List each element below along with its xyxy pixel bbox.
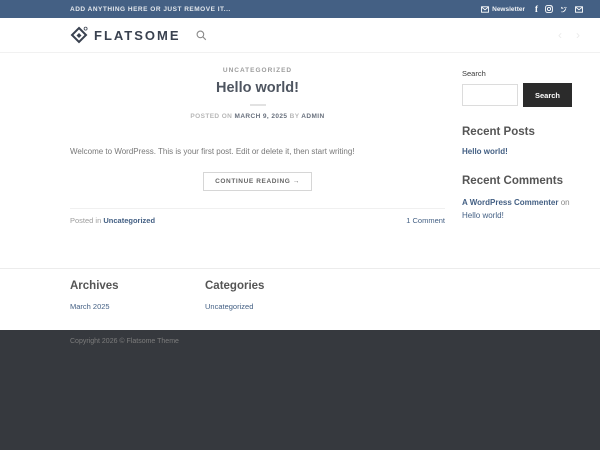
- flatsome-logo-icon: [70, 26, 89, 45]
- category-link[interactable]: Uncategorized: [205, 302, 264, 311]
- recent-post-link[interactable]: Hello world!: [462, 147, 575, 156]
- post-category: UNCATEGORIZED: [70, 67, 445, 74]
- newsletter-label: Newsletter: [492, 6, 525, 13]
- absolute-footer: Copyright 2026 © Flatsome Theme: [0, 330, 600, 450]
- meta-date-link[interactable]: MARCH 9, 2025: [235, 113, 288, 120]
- post-title[interactable]: Hello world!: [70, 80, 445, 96]
- prev-arrow-icon[interactable]: ‹: [558, 28, 562, 42]
- commenter-link[interactable]: A WordPress Commenter: [462, 198, 558, 207]
- search-input[interactable]: [462, 84, 518, 106]
- comment-on-text: on: [558, 198, 569, 207]
- posted-in-category-link[interactable]: Uncategorized: [103, 216, 155, 225]
- post-excerpt: Welcome to WordPress. This is your first…: [70, 146, 445, 157]
- title-divider: [250, 104, 266, 106]
- instagram-icon[interactable]: [545, 5, 553, 13]
- main-area: UNCATEGORIZED Hello world! POSTED ON MAR…: [0, 53, 600, 268]
- recent-comments-title: Recent Comments: [462, 175, 575, 187]
- footer-widgets: Archives March 2025 Categories Uncategor…: [0, 268, 600, 330]
- search-form: Search: [462, 83, 575, 107]
- search-widget-label: Search: [462, 69, 575, 78]
- facebook-icon[interactable]: f: [535, 6, 538, 13]
- site-logo[interactable]: FLATSOME: [70, 26, 181, 45]
- post-meta: POSTED ON MARCH 9, 2025 BY ADMIN: [70, 113, 445, 120]
- post-footer-meta: Posted in Uncategorized 1 Comment: [70, 208, 445, 225]
- posted-in: Posted in Uncategorized: [70, 216, 155, 225]
- next-arrow-icon[interactable]: ›: [576, 28, 580, 42]
- search-submit-button[interactable]: Search: [523, 83, 572, 107]
- topbar-right: Newsletter f: [481, 5, 583, 13]
- sidebar: Search Search Recent Posts Hello world! …: [462, 53, 575, 268]
- meta-by: BY: [290, 113, 300, 120]
- social-icons: f: [535, 5, 583, 13]
- post-article: UNCATEGORIZED Hello world! POSTED ON MAR…: [70, 53, 445, 268]
- topbar: ADD ANYTHING HERE OR JUST REMOVE IT... N…: [0, 0, 600, 18]
- continue-reading-button[interactable]: CONTINUE READING →: [203, 172, 312, 191]
- site-header: FLATSOME ‹ ›: [0, 18, 600, 53]
- comments-link[interactable]: 1 Comment: [406, 216, 445, 225]
- envelope-icon: [481, 6, 489, 13]
- archives-widget: Archives March 2025: [70, 280, 205, 330]
- commented-post-link[interactable]: Hello world!: [462, 211, 504, 220]
- newsletter-link[interactable]: Newsletter: [481, 6, 525, 13]
- twitter-icon[interactable]: [560, 6, 568, 13]
- email-icon[interactable]: [575, 6, 583, 13]
- archives-title: Archives: [70, 280, 205, 292]
- recent-posts-title: Recent Posts: [462, 126, 575, 138]
- topbar-message: ADD ANYTHING HERE OR JUST REMOVE IT...: [70, 6, 231, 13]
- meta-prefix: POSTED ON: [190, 113, 232, 120]
- categories-title: Categories: [205, 280, 264, 292]
- header-nav-arrows: ‹ ›: [558, 28, 580, 42]
- search-icon[interactable]: [196, 30, 207, 41]
- meta-author-link[interactable]: ADMIN: [301, 113, 324, 120]
- posted-in-label: Posted in: [70, 216, 103, 225]
- copyright-text: Copyright 2026 © Flatsome Theme: [70, 338, 575, 345]
- categories-widget: Categories Uncategorized: [205, 280, 264, 330]
- archive-link[interactable]: March 2025: [70, 302, 205, 311]
- site-title: FLATSOME: [94, 28, 181, 43]
- recent-comment-item: A WordPress Commenter on Hello world!: [462, 196, 575, 222]
